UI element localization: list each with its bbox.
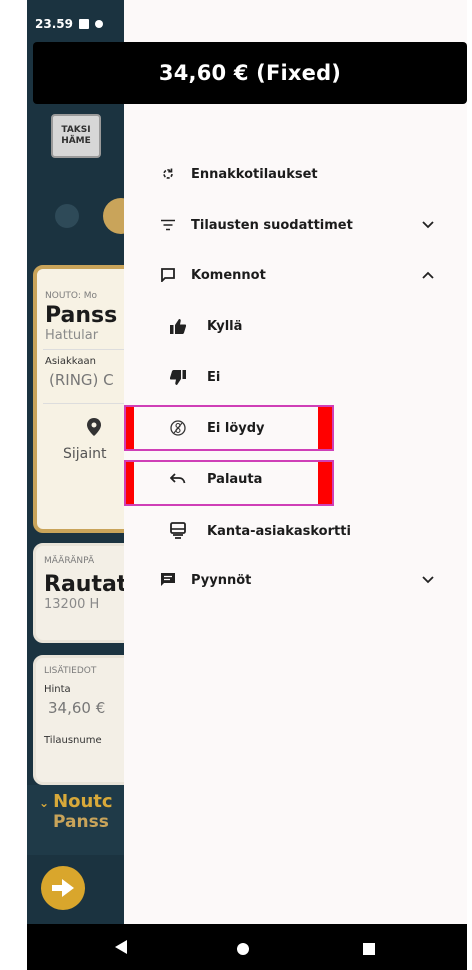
phone-screen: 23.59 TAKSI HÄME NOUTO: Mo Panss Hattula… bbox=[27, 0, 467, 970]
menu-item-label: Ennakkotilaukset bbox=[191, 166, 318, 182]
chevron-down-icon[interactable] bbox=[421, 218, 435, 232]
recents-square-icon bbox=[363, 943, 375, 955]
menu-item-label: Komennot bbox=[191, 267, 266, 283]
filter-icon bbox=[158, 215, 178, 235]
notification-icon bbox=[78, 19, 89, 29]
refresh-icon bbox=[158, 164, 178, 184]
arrow-right-icon bbox=[52, 879, 74, 897]
bottom-title: Noutc bbox=[53, 791, 113, 812]
menu-item-label: Ei bbox=[207, 369, 221, 385]
status-dot-icon bbox=[94, 20, 103, 28]
back-button[interactable] bbox=[115, 939, 127, 958]
settings-icon bbox=[55, 204, 79, 228]
menu-item-kylla[interactable]: Kyllä bbox=[124, 303, 467, 349]
system-nav-bar bbox=[27, 924, 467, 970]
arrow-right-button[interactable] bbox=[41, 866, 85, 910]
menu-item-ennakkotilaukset[interactable]: Ennakkotilaukset bbox=[124, 151, 467, 197]
recents-button[interactable] bbox=[363, 940, 375, 959]
comment-icon bbox=[158, 265, 178, 285]
status-bar: 23.59 bbox=[27, 0, 127, 36]
not-found-icon bbox=[168, 418, 188, 438]
pickup-bottom-bar[interactable]: ⌄ Noutc Panss bbox=[27, 785, 127, 855]
menu-item-kanta-asiakaskortti[interactable]: Kanta-asiakaskortti bbox=[124, 508, 467, 554]
menu-item-pyynnot[interactable]: Pyynnöt bbox=[124, 557, 467, 603]
card-icon bbox=[168, 521, 188, 541]
price-text: 34,60 € (Fixed) bbox=[158, 61, 342, 85]
menu-item-tilausten-suodattimet[interactable]: Tilausten suodattimet bbox=[124, 202, 467, 248]
menu-item-label: Ei löydy bbox=[207, 420, 265, 436]
chevron-down-icon: ⌄ bbox=[39, 796, 50, 810]
chevron-up-icon[interactable] bbox=[421, 268, 435, 282]
logo-line2: HÄME bbox=[61, 136, 91, 146]
thumbs-down-icon bbox=[168, 367, 188, 387]
undo-icon bbox=[168, 469, 188, 489]
menu-item-ei[interactable]: Ei bbox=[124, 354, 467, 400]
bottom-subtitle: Panss bbox=[53, 812, 109, 832]
message-icon bbox=[158, 570, 178, 590]
thumbs-up-icon bbox=[168, 316, 188, 336]
home-button[interactable] bbox=[237, 940, 249, 959]
back-triangle-icon bbox=[115, 940, 127, 954]
menu-item-komennot[interactable]: Komennot bbox=[124, 252, 467, 298]
taxi-logo: TAKSI HÄME bbox=[51, 114, 101, 158]
menu-item-label: Kanta-asiakaskortti bbox=[207, 523, 351, 539]
status-time: 23.59 bbox=[35, 17, 73, 31]
navigation-drawer: Ennakkotilaukset Tilausten suodattimet K… bbox=[124, 0, 467, 924]
menu-item-label: Kyllä bbox=[207, 318, 243, 334]
menu-item-palauta[interactable]: Palauta bbox=[124, 456, 467, 502]
menu-item-label: Palauta bbox=[207, 471, 263, 487]
home-circle-icon bbox=[237, 943, 249, 955]
menu-item-label: Pyynnöt bbox=[191, 572, 252, 588]
menu-item-ei-loydy[interactable]: Ei löydy bbox=[124, 405, 467, 451]
logo-line1: TAKSI bbox=[61, 125, 91, 135]
chevron-down-icon[interactable] bbox=[421, 573, 435, 587]
price-header: 34,60 € (Fixed) bbox=[33, 42, 467, 104]
menu-item-label: Tilausten suodattimet bbox=[191, 217, 353, 233]
